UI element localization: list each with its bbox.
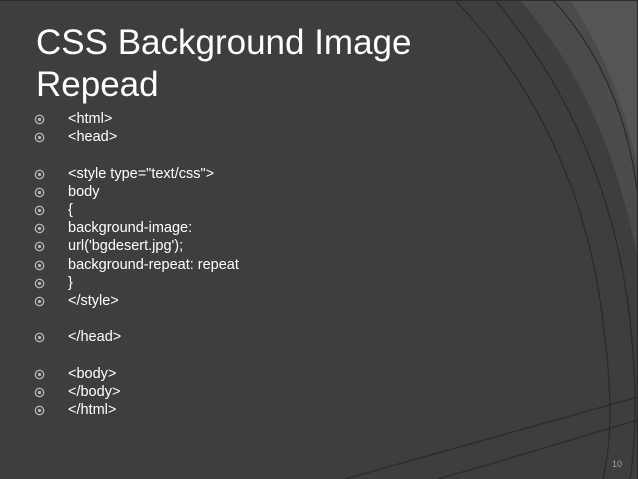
bullet-item: <html>	[34, 110, 239, 128]
circled-dot-icon	[34, 114, 45, 125]
bullet-item: </html>	[34, 401, 239, 419]
bullet-text: background-repeat: repeat	[68, 256, 239, 273]
bullet-text: <style type="text/css">	[68, 165, 215, 182]
bullet-text: </html>	[68, 402, 117, 418]
bullet-item: url('bgdesert.jpg');	[34, 237, 239, 255]
slide-title-line-2: Repead	[36, 65, 159, 104]
bullet-text: body	[68, 183, 100, 200]
circled-dot-icon	[34, 169, 45, 179]
bullet-text: }	[68, 274, 73, 291]
slide-title-line-1: CSS Background Image	[36, 23, 412, 62]
circled-dot-icon	[34, 296, 45, 307]
bullet-item: <body>	[34, 365, 239, 383]
bullet-item: body	[34, 183, 239, 201]
circled-dot-icon	[34, 332, 45, 343]
circled-dot-icon	[34, 405, 45, 416]
bullet-item: </head>	[34, 328, 239, 346]
circled-dot-icon	[34, 241, 45, 252]
bullet-text: <head>	[68, 129, 118, 146]
code-bullet-list: <html> <head> <style type="text/css"> bo…	[34, 110, 239, 419]
bullet-text: <body>	[68, 365, 117, 382]
bullet-item: </body>	[34, 383, 239, 401]
circled-dot-icon	[34, 205, 45, 216]
bullet-item: <head>	[34, 128, 239, 146]
bullet-item: {	[34, 201, 239, 219]
bullet-text: </body>	[68, 383, 121, 400]
bullet-item: <style type="text/css">	[34, 165, 239, 183]
circled-dot-icon	[34, 223, 45, 234]
slide-title: CSS Background Image Repead	[36, 22, 516, 106]
circled-dot-icon	[34, 278, 45, 289]
bullet-text: {	[68, 201, 73, 218]
bullet-item: background-image:	[34, 219, 239, 237]
bullet-text: <html>	[68, 111, 113, 127]
circled-dot-icon	[34, 369, 45, 379]
bullet-text: url('bgdesert.jpg');	[68, 238, 184, 255]
bullet-item: background-repeat: repeat	[34, 256, 239, 274]
bullet-text: background-image:	[68, 220, 193, 237]
circled-dot-icon	[34, 187, 45, 198]
circled-dot-icon	[34, 387, 45, 398]
circled-dot-icon	[34, 260, 45, 270]
bullet-item: </style>	[34, 292, 239, 310]
bullet-item: }	[34, 274, 239, 292]
bullet-text: </head>	[68, 329, 122, 346]
slide: CSS Background Image Repead <html> <head…	[0, 0, 638, 479]
circled-dot-icon	[34, 132, 45, 143]
page-number: 10	[611, 459, 622, 469]
bullet-text: </style>	[68, 292, 119, 309]
